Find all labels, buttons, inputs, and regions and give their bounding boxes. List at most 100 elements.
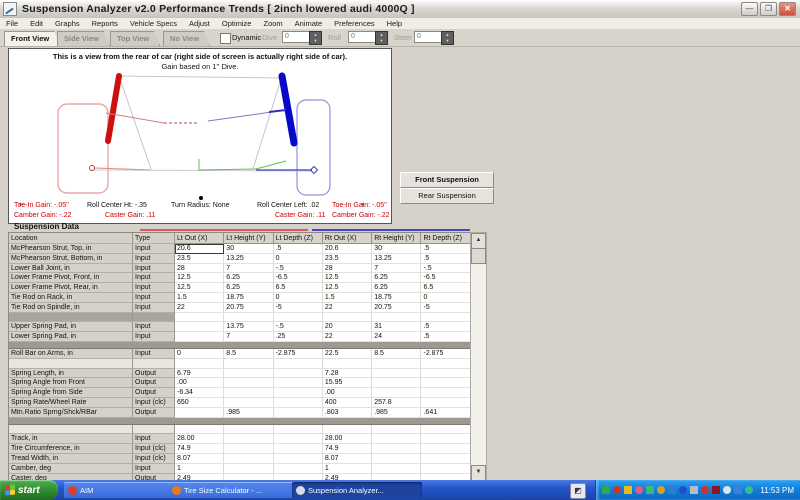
table-cell[interactable]: -2.875 bbox=[274, 349, 323, 359]
table-cell[interactable]: 6.5 bbox=[421, 283, 471, 293]
menu-item-animate[interactable]: Animate bbox=[289, 18, 329, 29]
table-cell[interactable]: 20.6 bbox=[175, 244, 224, 254]
close-icon[interactable]: ✕ bbox=[779, 2, 796, 16]
table-cell[interactable] bbox=[274, 398, 323, 408]
table-cell[interactable]: 6.79 bbox=[175, 369, 224, 379]
menu-item-zoom[interactable]: Zoom bbox=[257, 18, 288, 29]
restore-icon[interactable]: ❐ bbox=[760, 2, 777, 16]
table-cell[interactable] bbox=[323, 359, 372, 369]
tray-icon-4[interactable] bbox=[635, 486, 643, 494]
table-cell[interactable] bbox=[421, 454, 471, 464]
menu-item-preferences[interactable]: Preferences bbox=[328, 18, 380, 29]
table-cell[interactable]: .985 bbox=[372, 408, 421, 418]
rear-suspension-button[interactable]: Rear Suspension bbox=[400, 188, 494, 204]
table-cell[interactable] bbox=[372, 388, 421, 398]
table-cell[interactable] bbox=[274, 313, 323, 323]
table-cell[interactable] bbox=[372, 359, 421, 369]
table-cell[interactable]: .641 bbox=[421, 408, 471, 418]
scroll-down-icon[interactable]: ▼ bbox=[471, 465, 486, 481]
table-cell[interactable]: -.5 bbox=[421, 264, 471, 274]
table-cell[interactable] bbox=[274, 444, 323, 454]
table-cell[interactable] bbox=[421, 313, 471, 323]
table-cell[interactable] bbox=[274, 464, 323, 474]
table-cell[interactable]: 24 bbox=[372, 332, 421, 342]
table-cell[interactable]: 31 bbox=[372, 322, 421, 332]
table-cell[interactable]: -6.5 bbox=[274, 273, 323, 283]
table-cell[interactable] bbox=[274, 359, 323, 369]
table-cell[interactable] bbox=[421, 359, 471, 369]
table-cell[interactable] bbox=[224, 434, 273, 444]
table-cell[interactable] bbox=[274, 378, 323, 388]
table-cell[interactable]: 28.00 bbox=[175, 434, 224, 444]
table-cell[interactable] bbox=[372, 434, 421, 444]
roll-stepper[interactable]: ▲▼ bbox=[375, 31, 388, 45]
menu-item-file[interactable]: File bbox=[0, 18, 24, 29]
table-cell[interactable]: .5 bbox=[421, 254, 471, 264]
table-cell[interactable]: 22 bbox=[323, 303, 372, 313]
table-cell[interactable]: 20.75 bbox=[372, 303, 421, 313]
table-cell[interactable]: 7.28 bbox=[323, 369, 372, 379]
task-button-3[interactable]: Suspension Analyzer... bbox=[292, 482, 422, 498]
table-cell[interactable]: 7 bbox=[372, 264, 421, 274]
table-cell[interactable]: 20.75 bbox=[224, 303, 273, 313]
menu-item-adjust[interactable]: Adjust bbox=[183, 18, 216, 29]
table-cell[interactable]: 7 bbox=[224, 332, 273, 342]
table-cell[interactable]: 650 bbox=[175, 398, 224, 408]
table-cell[interactable] bbox=[372, 313, 421, 323]
table-cell[interactable] bbox=[224, 378, 273, 388]
tab-no-view[interactable]: No View bbox=[163, 31, 210, 46]
table-cell[interactable]: 28.00 bbox=[323, 434, 372, 444]
table-cell[interactable] bbox=[274, 425, 323, 435]
table-cell[interactable]: 0 bbox=[175, 349, 224, 359]
table-cell[interactable] bbox=[175, 408, 224, 418]
table-cell[interactable] bbox=[421, 378, 471, 388]
table-cell[interactable] bbox=[224, 359, 273, 369]
table-cell[interactable]: 6.25 bbox=[372, 283, 421, 293]
menu-item-help[interactable]: Help bbox=[381, 18, 408, 29]
task-button-2[interactable]: Tire Size Calculator - ... bbox=[168, 482, 296, 498]
table-cell[interactable]: 1.5 bbox=[175, 293, 224, 303]
steer-input[interactable]: 0 bbox=[414, 31, 442, 43]
table-cell[interactable]: 13.25 bbox=[372, 254, 421, 264]
table-cell[interactable]: 0 bbox=[421, 293, 471, 303]
table-cell[interactable]: -6.5 bbox=[421, 273, 471, 283]
table-cell[interactable] bbox=[224, 444, 273, 454]
table-cell[interactable] bbox=[175, 322, 224, 332]
tray-icon-13[interactable] bbox=[734, 486, 742, 494]
tray-icon-14[interactable] bbox=[745, 486, 753, 494]
table-cell[interactable]: .5 bbox=[421, 322, 471, 332]
table-cell[interactable]: 6.25 bbox=[372, 273, 421, 283]
task-button-1[interactable]: AIM bbox=[64, 482, 172, 498]
table-cell[interactable]: .5 bbox=[274, 244, 323, 254]
front-suspension-button[interactable]: Front Suspension bbox=[400, 172, 494, 188]
table-cell[interactable] bbox=[224, 369, 273, 379]
table-cell[interactable]: 23.5 bbox=[175, 254, 224, 264]
table-cell[interactable] bbox=[274, 408, 323, 418]
table-cell[interactable]: 23.5 bbox=[323, 254, 372, 264]
table-cell[interactable] bbox=[224, 313, 273, 323]
table-cell[interactable]: 1.5 bbox=[323, 293, 372, 303]
menu-item-edit[interactable]: Edit bbox=[24, 18, 49, 29]
table-cell[interactable]: .803 bbox=[323, 408, 372, 418]
table-cell[interactable] bbox=[224, 425, 273, 435]
table-cell[interactable]: 6.5 bbox=[274, 283, 323, 293]
table-cell[interactable]: .5 bbox=[421, 332, 471, 342]
dive-stepper[interactable]: ▲▼ bbox=[309, 31, 322, 45]
tray-icon-10[interactable] bbox=[701, 486, 709, 494]
table-cell[interactable] bbox=[421, 398, 471, 408]
table-cell[interactable]: 12.5 bbox=[323, 283, 372, 293]
tray-icon-1[interactable] bbox=[602, 486, 610, 494]
table-cell[interactable] bbox=[372, 454, 421, 464]
table-cell[interactable]: 1 bbox=[323, 464, 372, 474]
table-cell[interactable]: .25 bbox=[274, 332, 323, 342]
table-cell[interactable] bbox=[274, 454, 323, 464]
table-cell[interactable] bbox=[421, 464, 471, 474]
table-cell[interactable]: 8.07 bbox=[323, 454, 372, 464]
menu-item-reports[interactable]: Reports bbox=[86, 18, 124, 29]
table-cell[interactable]: 257.8 bbox=[372, 398, 421, 408]
scroll-up-icon[interactable]: ▲ bbox=[471, 233, 486, 249]
table-cell[interactable]: 12.5 bbox=[323, 273, 372, 283]
scrollbar-thumb[interactable] bbox=[471, 248, 486, 264]
table-cell[interactable] bbox=[274, 388, 323, 398]
menu-item-optimize[interactable]: Optimize bbox=[216, 18, 258, 29]
